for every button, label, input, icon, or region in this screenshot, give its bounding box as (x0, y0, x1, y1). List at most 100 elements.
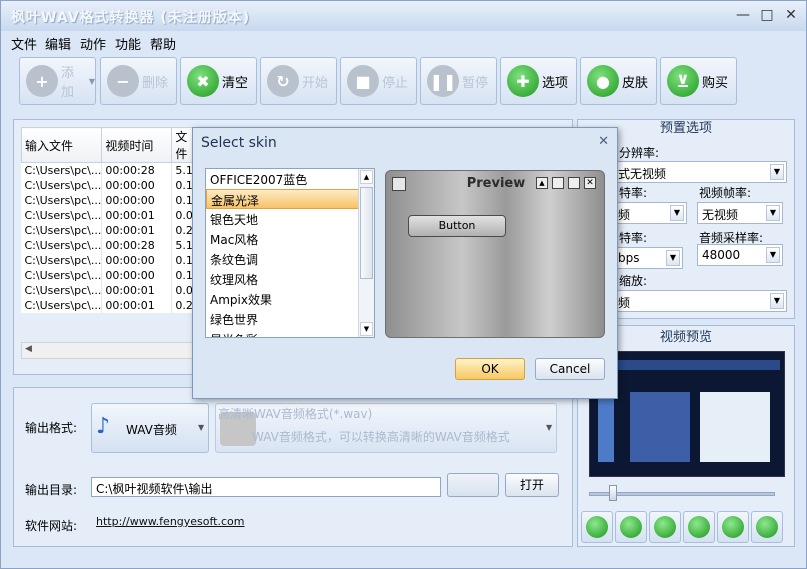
table-cell: C:\Users\pc\... (21, 282, 103, 298)
video-preview-screen (589, 351, 785, 477)
menu-function[interactable]: 功能 (115, 34, 141, 53)
plus-icon: + (26, 65, 58, 97)
dropdown-arrow-icon: ▼ (88, 76, 95, 86)
framerate-label: 视频帧率: (699, 186, 752, 200)
stop-button[interactable]: ■ 停止 (340, 57, 417, 105)
menu-file[interactable]: 文件 (11, 34, 37, 53)
toolbar: + 添加 ▼ − 删除 ✖ 清空 ↻ 开始 ■ 停止 ❚❚ 暂停 ✚ 选项 ● 皮肤 ⊻ 购买 (1, 55, 806, 111)
table-row[interactable]: C:\Users\pc\... 00:00:28 5.1 (21, 237, 196, 253)
table-row[interactable]: C:\Users\pc\... 00:00:01 0.0 (21, 282, 196, 298)
video-bitrate-dropdown[interactable]: 频 ▼ (613, 202, 687, 224)
buy-button[interactable]: ⊻ 购买 (660, 57, 737, 105)
video-bitrate-label: 特率: (619, 186, 648, 200)
start-button[interactable]: ↻ 开始 (260, 57, 337, 105)
table-row[interactable]: C:\Users\pc\... 00:00:00 0.1 (21, 177, 196, 193)
resolution-dropdown[interactable]: 式无视频 ▼ (613, 161, 787, 183)
format-selector[interactable]: ♪ WAV音频 ▼ (91, 403, 209, 453)
table-cell: 00:00:01 (101, 207, 173, 223)
samplerate-dropdown[interactable]: 48000 ▼ (697, 244, 783, 266)
refresh-icon: ↻ (267, 65, 299, 97)
mute-button[interactable] (683, 511, 715, 543)
folder-icon (756, 516, 778, 538)
table-cell: 00:00:28 (101, 237, 173, 253)
close-button[interactable]: ✕ (779, 7, 803, 23)
options-button[interactable]: ✚ 选项 (500, 57, 577, 105)
seek-slider-thumb[interactable] (609, 485, 617, 501)
delete-button[interactable]: − 删除 (100, 57, 177, 105)
dialog-close-icon[interactable]: ✕ (598, 134, 609, 149)
audio-file-icon: ♪ (96, 414, 111, 439)
pause-button[interactable]: ❚❚ 暂停 (420, 57, 497, 105)
preview-close-icon: ✕ (584, 177, 596, 189)
skin-item[interactable]: 绿色世界 (206, 309, 374, 329)
scroll-down-icon[interactable]: ▼ (360, 322, 373, 336)
format-description[interactable]: 高清晰WAV音频格式(*.wav) WAV音频格式，可以转换高清晰的WAV音频格… (215, 403, 557, 453)
table-row[interactable]: C:\Users\pc\... 00:00:01 0.0 (21, 207, 196, 223)
scroll-up-icon[interactable]: ▲ (360, 170, 373, 184)
table-row[interactable]: C:\Users\pc\... 00:00:28 5.1 (21, 162, 196, 178)
skin-item[interactable]: Ampix效果 (206, 289, 374, 309)
select-skin-dialog: Select skin ✕ OFFICE2007蓝色 金属光泽 银色天地 Mac风格条… (192, 127, 618, 399)
skin-item[interactable]: 晨光色彩 (206, 329, 374, 337)
table-cell: C:\Users\pc\... (21, 252, 103, 268)
stop-icon (654, 516, 676, 538)
menu-edit[interactable]: 编辑 (45, 34, 71, 53)
column-video-time[interactable]: 视频时间 (101, 127, 173, 163)
ok-button[interactable]: OK (455, 358, 525, 380)
menu-action[interactable]: 动作 (80, 34, 106, 53)
column-input-file[interactable]: 输入文件 (20, 127, 103, 163)
dropdown-arrow-icon: ▼ (766, 247, 780, 263)
clear-icon: ✖ (187, 65, 219, 97)
skin-item[interactable]: OFFICE2007蓝色 (206, 169, 374, 189)
cancel-button[interactable]: Cancel (535, 358, 605, 380)
menu-help[interactable]: 帮助 (150, 34, 176, 53)
stop-playback-button[interactable] (649, 511, 681, 543)
framerate-dropdown[interactable]: 无视频 ▼ (697, 202, 783, 224)
table-row[interactable]: C:\Users\pc\... 00:00:00 0.1 (21, 192, 196, 208)
skin-item[interactable]: 纹理风格 (206, 269, 374, 289)
open-button[interactable]: 打开 (505, 473, 559, 497)
output-dir-field[interactable]: C:\枫叶视频软件\输出 (91, 477, 441, 497)
clear-button[interactable]: ✖ 清空 (180, 57, 257, 105)
minimize-button[interactable]: — (731, 7, 755, 23)
preview-sample-button[interactable]: Button (408, 215, 506, 237)
output-dir-label: 输出目录: (25, 483, 78, 497)
zoom-dropdown[interactable]: 频 ▼ (613, 290, 787, 312)
table-row[interactable]: C:\Users\pc\... 00:00:01 0.2 (21, 297, 196, 313)
scroll-left-icon[interactable]: ◀ (25, 344, 32, 354)
table-row[interactable]: C:\Users\pc\... 00:00:00 0.1 (21, 252, 196, 268)
table-row[interactable]: C:\Users\pc\... 00:00:01 0.2 (21, 222, 196, 238)
skin-item[interactable]: Mac风格 (206, 229, 374, 249)
add-button[interactable]: + 添加 ▼ (19, 57, 96, 105)
preview-minimize-icon (552, 177, 564, 189)
skin-list[interactable]: OFFICE2007蓝色 金属光泽 银色天地 Mac风格 条纹色调 纹理风格 Ampix效果… (205, 168, 375, 338)
table-cell: C:\Users\pc\... (21, 162, 103, 178)
zoom-label: 缩放: (619, 274, 648, 288)
maximize-button[interactable]: □ (755, 7, 779, 23)
skin-button[interactable]: ● 皮肤 (580, 57, 657, 105)
scroll-thumb[interactable] (360, 187, 373, 279)
table-cell: 00:00:01 (101, 222, 173, 238)
play-button[interactable] (581, 511, 613, 543)
snapshot-button[interactable] (717, 511, 749, 543)
table-row[interactable]: C:\Users\pc\... 00:00:00 0.1 (21, 267, 196, 283)
skin-item[interactable]: 金属光泽 (206, 189, 374, 209)
folder-button[interactable] (751, 511, 783, 543)
skin-list-scrollbar[interactable]: ▲ ▼ (358, 169, 374, 337)
audio-bitrate-dropdown[interactable]: bps ▼ (613, 247, 683, 269)
pause-icon: ❚❚ (427, 65, 459, 97)
main-window: 枫叶WAV格式转换器 (未注册版本) — □ ✕ 文件 编辑 动作 功能 帮助 … (0, 0, 807, 569)
stop-icon: ■ (347, 65, 379, 97)
browse-button[interactable] (447, 473, 499, 497)
title-bar: 枫叶WAV格式转换器 (未注册版本) — □ ✕ (1, 1, 806, 31)
pause-playback-button[interactable] (615, 511, 647, 543)
table-cell: C:\Users\pc\... (21, 237, 103, 253)
table-cell: 00:00:00 (101, 177, 173, 193)
file-table[interactable]: 输入文件 视频时间 文件 C:\Users\pc\... 00:00:28 5.1 C… (20, 127, 196, 313)
table-cell: C:\Users\pc\... (21, 297, 103, 313)
website-link[interactable]: http://www.fengyesoft.com (96, 515, 245, 528)
skin-item[interactable]: 银色天地 (206, 209, 374, 229)
dropdown-arrow-icon: ▼ (198, 423, 205, 432)
skin-item[interactable]: 条纹色调 (206, 249, 374, 269)
horizontal-scrollbar[interactable]: ◀ (21, 342, 196, 359)
